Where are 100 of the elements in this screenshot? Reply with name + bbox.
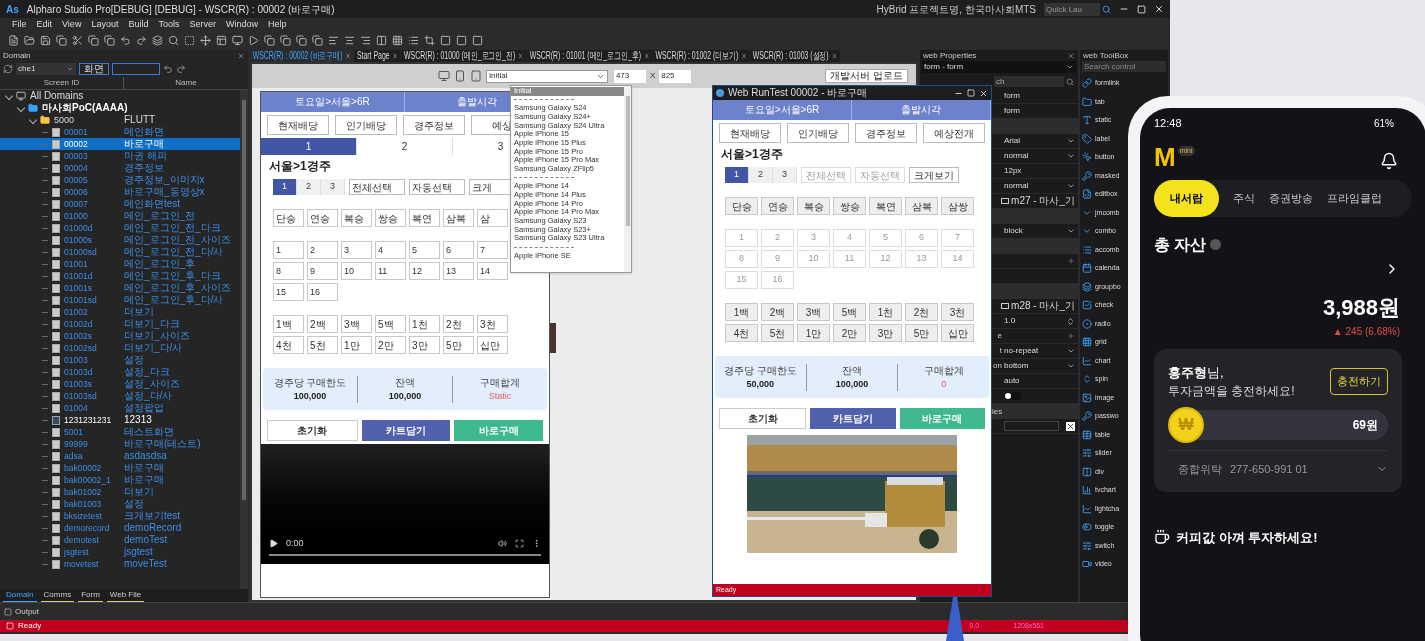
tree-row[interactable]: 00004 경주정보 (0, 162, 240, 174)
bet-type-button[interactable]: 연승 (307, 209, 338, 227)
phone-tab[interactable]: 내서랍 (1154, 180, 1219, 217)
maximize-icon[interactable] (967, 89, 975, 97)
search-field[interactable]: Search control (1082, 61, 1166, 72)
horse-tab[interactable]: 3 (321, 179, 345, 195)
toolbar-icon[interactable] (296, 34, 307, 46)
toolbar-icon[interactable] (8, 34, 19, 46)
number-button[interactable]: 15 (273, 283, 304, 301)
tree-row[interactable]: demorecord demoRecord (0, 522, 240, 534)
refresh-icon[interactable] (3, 64, 13, 74)
search-field[interactable]: ch (994, 76, 1064, 87)
action-button[interactable]: 카트담기 (810, 408, 896, 429)
info-button[interactable]: 경주정보 (403, 115, 465, 135)
bet-type-button[interactable]: 삼 (477, 209, 508, 227)
number-button[interactable]: 9 (307, 262, 338, 280)
document-tab[interactable]: WSCR(R) : 01001 (메인_로그인_후) (527, 50, 652, 62)
toolbar-icon[interactable] (328, 34, 339, 46)
menu-item[interactable]: File (12, 18, 27, 32)
toolbar-icon[interactable] (152, 34, 163, 46)
tree-row[interactable]: 01001 메인_로그인_후 (0, 258, 240, 270)
document-tab[interactable]: Start Page (354, 50, 401, 62)
toolbar-icon[interactable] (120, 34, 131, 46)
action-button[interactable]: 카트담기 (361, 420, 451, 441)
toolbar-icon[interactable] (136, 34, 147, 46)
amount-button[interactable]: 3만 (869, 324, 902, 342)
bet-type-button[interactable]: 삼복 (905, 197, 938, 215)
amount-button[interactable]: 3만 (409, 336, 440, 354)
tree-row[interactable]: 01002d 더보기_다크 (0, 318, 240, 330)
horse-tab[interactable]: 3 (773, 167, 797, 183)
number-button[interactable]: 5 (409, 241, 440, 259)
tree-row[interactable]: bak00002_1 바로구매 (0, 474, 240, 486)
tree-row[interactable]: jsgtest jsgtest (0, 546, 240, 558)
horse-tab[interactable]: 2 (749, 167, 773, 183)
device-combo[interactable]: Initial (485, 69, 608, 83)
property-value[interactable]: form (1004, 90, 1020, 102)
number-button[interactable]: 13 (443, 262, 474, 280)
number-button[interactable]: 16 (307, 283, 338, 301)
amount-button[interactable]: 2백 (307, 315, 338, 333)
tree-row[interactable]: 99999 바로구매(테스트) (0, 438, 240, 450)
amount-button[interactable]: 십만 (941, 324, 974, 342)
bet-type-button[interactable]: 쌍승 (375, 209, 406, 227)
select-button[interactable]: 크게보기 (909, 167, 959, 183)
property-value[interactable]: normal (1004, 180, 1029, 192)
toolbar-icon[interactable] (40, 34, 51, 46)
tree-row[interactable]: 01003s 설정_사이즈 (0, 378, 240, 390)
bet-type-button[interactable]: 복승 (341, 209, 372, 227)
caret-icon[interactable] (1067, 227, 1075, 235)
select-button[interactable]: 전체선택 (349, 179, 405, 195)
select-button[interactable]: 자동선택 (409, 179, 465, 195)
action-button[interactable]: 초기화 (267, 420, 358, 441)
search-field[interactable] (112, 63, 160, 75)
fullscreen-icon[interactable] (515, 538, 524, 548)
undo-icon[interactable] (163, 64, 173, 74)
tree-row[interactable]: 01000d 메인_로그인_전_다크 (0, 222, 240, 234)
toolbar-icon[interactable] (216, 34, 227, 46)
amount-button[interactable]: 2만 (833, 324, 866, 342)
panel-tab[interactable]: Form (78, 588, 103, 603)
menu-item[interactable]: Build (128, 18, 149, 32)
amount-button[interactable]: 3백 (797, 303, 830, 321)
toolbar-icon[interactable] (440, 34, 451, 46)
toolbar-icon[interactable] (248, 34, 259, 46)
property-value[interactable]: block (1004, 225, 1023, 237)
property-value[interactable]: m27 - 마사_기 (1011, 195, 1075, 207)
toolbar-icon[interactable] (312, 34, 323, 46)
tree-row[interactable]: 01002s 더보기_사이즈 (0, 330, 240, 342)
number-button[interactable]: 4 (375, 241, 406, 259)
device-dropdown[interactable] (510, 85, 632, 273)
toolbar-icon[interactable] (264, 34, 275, 46)
tree-item[interactable]: All Domains (30, 90, 84, 102)
document-tab[interactable]: WSCR(R) : 01000 (메인_로그인_전) (401, 50, 527, 62)
video-player[interactable]: 0:00 (261, 444, 549, 564)
toolbar-icon[interactable] (280, 34, 291, 46)
info-button[interactable]: 경주정보 (855, 123, 917, 143)
number-button[interactable]: 7 (477, 241, 508, 259)
tree-row[interactable]: 01002 더보기 (0, 306, 240, 318)
amount-button[interactable]: 3백 (341, 315, 372, 333)
property-value[interactable]: auto (1004, 375, 1020, 387)
action-button[interactable]: 초기화 (719, 408, 807, 429)
property-value[interactable]: no-repeat (1004, 345, 1039, 357)
property-value[interactable]: 1.0 (1004, 315, 1016, 327)
tree-row[interactable]: 01000 메인_로그인_전 (0, 210, 240, 222)
menu-item[interactable]: Help (268, 18, 287, 32)
height-field[interactable]: 825 (659, 69, 692, 83)
number-button[interactable]: 6 (443, 241, 474, 259)
number-button[interactable]: 11 (375, 262, 406, 280)
quick-launch-field[interactable]: Quick Lau (1044, 2, 1100, 16)
search-icon[interactable] (1066, 77, 1074, 86)
bet-type-button[interactable]: 단승 (725, 197, 758, 215)
number-button[interactable]: 10 (341, 262, 372, 280)
amount-button[interactable]: 2천 (905, 303, 938, 321)
amount-button[interactable]: 5천 (761, 324, 794, 342)
property-value[interactable]: form (1004, 105, 1020, 117)
tree-row[interactable]: 00002 바로구매 (0, 138, 240, 150)
property-input[interactable] (1004, 421, 1059, 431)
toolbar-icon[interactable] (392, 34, 403, 46)
width-field[interactable]: 473 (613, 69, 646, 83)
play-icon[interactable] (269, 538, 278, 548)
property-value[interactable]: bottom (1004, 360, 1029, 372)
amount-button[interactable]: 4천 (725, 324, 758, 342)
